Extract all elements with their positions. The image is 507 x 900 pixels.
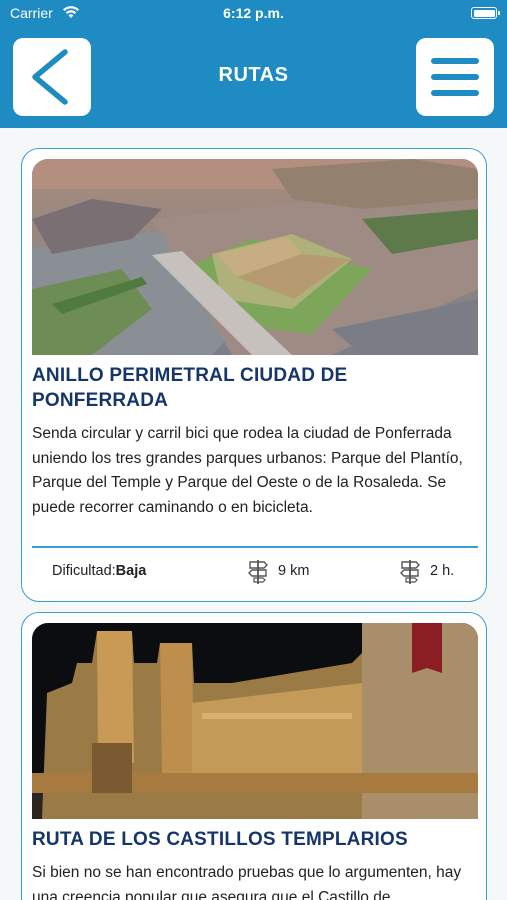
menu-button[interactable] [416, 38, 494, 116]
route-title: ANILLO PERIMETRAL CIUDAD DE PONFERRADA [32, 365, 348, 411]
difficulty-value: Baja [115, 563, 147, 579]
distance-value: 9 km [278, 563, 310, 579]
route-description: Senda circular y carril bici que rodea l… [32, 425, 463, 516]
hamburger-menu-icon [431, 58, 479, 96]
signpost-icon [400, 560, 420, 584]
route-image-castle-night [32, 623, 478, 819]
route-card[interactable]: RUTA DE LOS CASTILLOS TEMPLARIOS Si bien… [21, 612, 487, 900]
battery-icon [471, 7, 500, 19]
route-description: Si bien no se han encontrado pruebas que… [32, 864, 462, 900]
route-stats: Dificultad:Baja 9 km 2 h. [32, 553, 478, 589]
duration-value: 2 h. [430, 563, 455, 579]
header: RUTAS [0, 28, 507, 128]
difficulty-label: Dificultad: [52, 563, 116, 579]
status-time: 6:12 p.m. [223, 5, 284, 21]
route-title: RUTA DE LOS CASTILLOS TEMPLARIOS [32, 829, 408, 850]
route-card[interactable]: ANILLO PERIMETRAL CIUDAD DE PONFERRADA S… [21, 148, 487, 602]
route-image-aerial-city [32, 159, 478, 355]
card-divider [32, 546, 478, 548]
signpost-icon [248, 560, 268, 584]
status-bar: Carrier 6:12 p.m. [0, 0, 507, 28]
difficulty: Dificultad:Baja [52, 563, 146, 579]
